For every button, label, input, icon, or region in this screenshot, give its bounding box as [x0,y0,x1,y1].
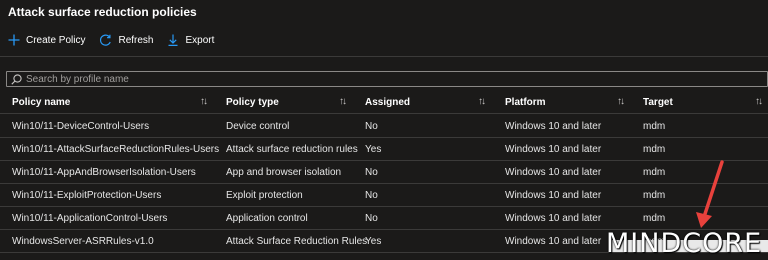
policy-name-cell[interactable]: Win10/11-AttackSurfaceReductionRules-Use… [12,138,219,160]
policy-type-cell: Device control [226,120,290,132]
search-box[interactable] [6,71,768,87]
table-row[interactable]: Win10/11-AppAndBrowserIsolation-Users Ap… [0,161,768,184]
policy-type-cell: Exploit protection [226,189,303,201]
table-row[interactable]: Win10/11-AttackSurfaceReductionRules-Use… [0,138,768,161]
assigned-cell: No [365,189,378,201]
platform-cell: Windows 10 and later [505,212,602,224]
target-cell: mdm [643,143,666,155]
column-header-assigned[interactable]: Assigned [365,90,410,114]
download-icon [168,34,178,46]
column-header-policy-name[interactable]: Policy name [12,90,70,114]
annotation-arrow-icon [696,160,724,228]
platform-cell: Windows 10 and later [505,235,602,247]
assigned-cell: Yes [365,143,382,155]
policy-name-cell[interactable]: Win10/11-ApplicationControl-Users [12,207,167,229]
table-header: Policy name ↑↓ Policy type ↑↓ Assigned ↑… [0,90,768,114]
platform-cell: Windows 10 and later [505,166,602,178]
sort-arrows-icon[interactable]: ↑↓ [478,96,486,107]
policy-type-cell: Attack Surface Reduction Rules [226,235,368,247]
search-input[interactable] [26,73,726,85]
search-icon [11,73,22,85]
export-button[interactable]: Export [167,34,214,46]
page-title: Attack surface reduction policies [8,5,197,19]
target-cell: mdm [643,189,666,201]
policy-type-cell: Application control [226,212,308,224]
policy-name-cell[interactable]: Win10/11-ExploitProtection-Users [12,184,161,206]
target-cell: mdm [643,120,666,132]
table-row[interactable]: Win10/11-DeviceControl-Users Device cont… [0,115,768,138]
toolbar: Create Policy Refresh Export [8,31,228,49]
plus-icon [8,34,20,46]
refresh-label: Refresh [118,34,154,46]
watermark-logo: MINDCORE [606,228,763,259]
column-header-target[interactable]: Target [643,90,673,114]
refresh-icon [100,34,112,46]
platform-cell: Windows 10 and later [505,189,602,201]
column-header-policy-type[interactable]: Policy type [226,90,279,114]
assigned-cell: No [365,120,378,132]
create-policy-button[interactable]: Create Policy [8,34,85,46]
policy-type-cell: Attack surface reduction rules [226,143,358,155]
refresh-button[interactable]: Refresh [99,34,153,47]
assigned-cell: No [365,166,378,178]
policy-name-cell[interactable]: Win10/11-AppAndBrowserIsolation-Users [12,161,196,183]
assigned-cell: Yes [365,235,382,247]
assigned-cell: No [365,212,378,224]
table-row[interactable]: Win10/11-ApplicationControl-Users Applic… [0,207,768,230]
toolbar-divider [0,56,768,57]
create-policy-label: Create Policy [26,34,86,46]
column-header-platform[interactable]: Platform [505,90,546,114]
table-row[interactable]: Win10/11-ExploitProtection-Users Exploit… [0,184,768,207]
target-cell: mdm [643,212,666,224]
sort-arrows-icon[interactable]: ↑↓ [755,96,763,107]
policy-name-cell[interactable]: WindowsServer-ASRRules-v1.0 [12,230,154,252]
platform-cell: Windows 10 and later [505,143,602,155]
sort-arrows-icon[interactable]: ↑↓ [339,96,347,107]
sort-arrows-icon[interactable]: ↑↓ [617,96,625,107]
sort-arrows-icon[interactable]: ↑↓ [200,96,208,107]
policy-type-cell: App and browser isolation [226,166,342,178]
policy-name-cell[interactable]: Win10/11-DeviceControl-Users [12,115,149,137]
export-label: Export [185,34,215,46]
target-cell: mdm [643,166,666,178]
platform-cell: Windows 10 and later [505,120,602,132]
